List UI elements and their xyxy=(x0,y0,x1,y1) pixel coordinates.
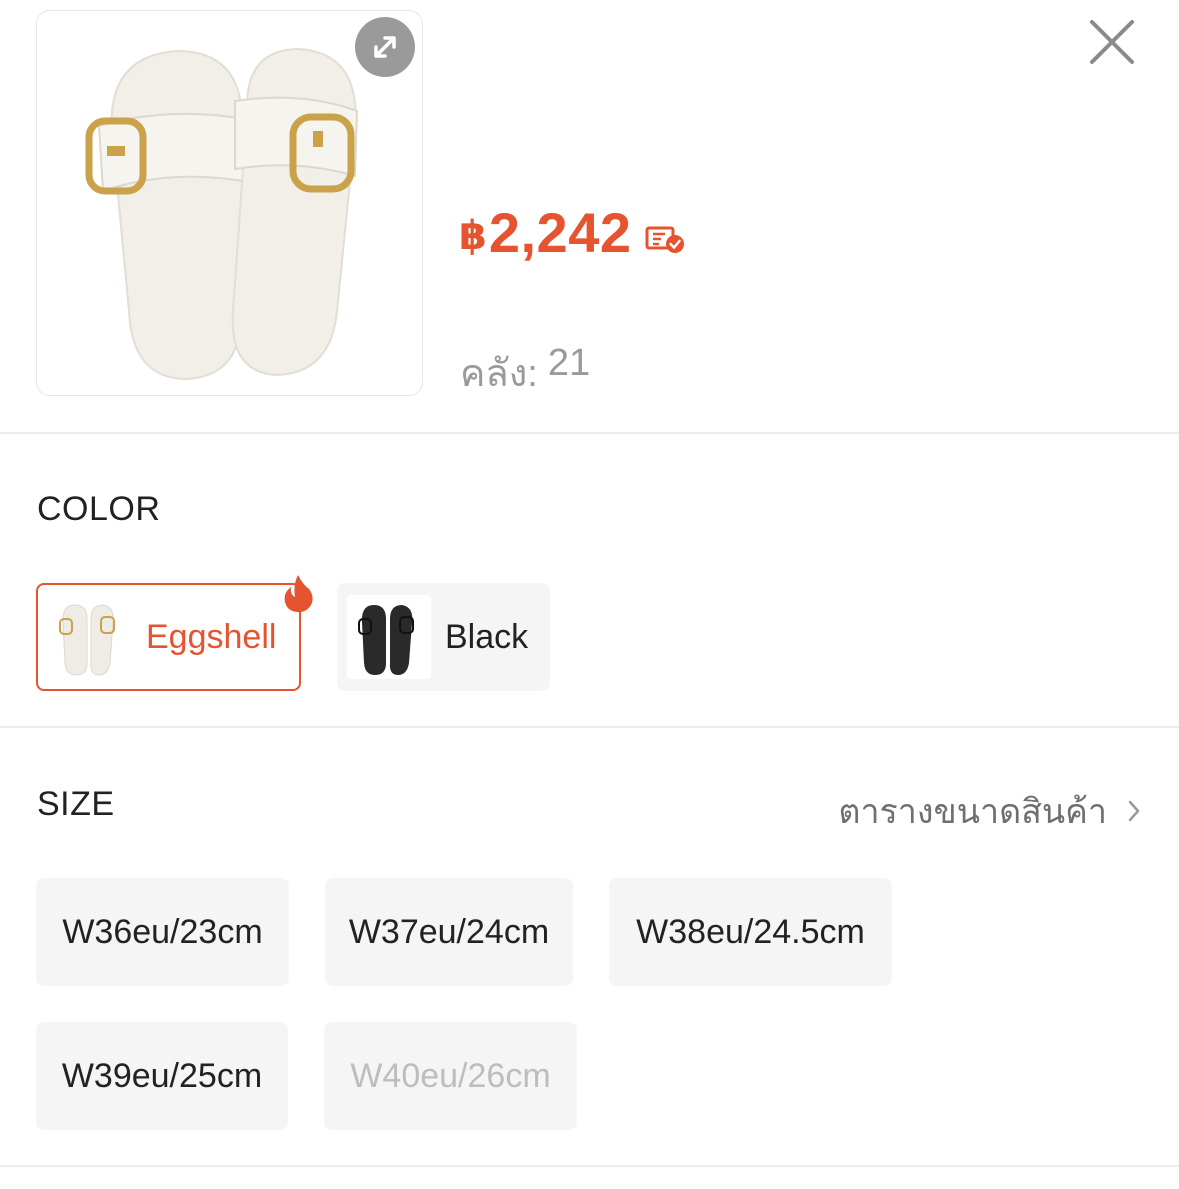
voucher-icon xyxy=(645,226,685,253)
stock-value: 21 xyxy=(547,342,591,384)
stock-info: คลัง: 21 xyxy=(460,342,590,403)
color-section-title: COLOR xyxy=(37,490,161,528)
price-row: ฿ 2,242 xyxy=(459,200,685,265)
size-chart-link[interactable]: ตารางขนาดสินค้า xyxy=(838,784,1141,838)
size-section-title: SIZE xyxy=(37,785,115,823)
divider xyxy=(0,432,1179,434)
color-option-black[interactable]: Black xyxy=(337,583,550,691)
close-button[interactable] xyxy=(1084,14,1140,70)
divider xyxy=(0,726,1179,728)
color-option-label: Black xyxy=(445,617,529,656)
color-option-label: Eggshell xyxy=(146,617,277,656)
price-value: 2,242 xyxy=(488,201,632,264)
size-option-w38[interactable]: W38eu/24.5cm xyxy=(609,878,892,986)
sandal-thumb-image xyxy=(358,605,414,675)
size-option-w37[interactable]: W37eu/24cm xyxy=(325,878,573,986)
sandal-thumb-image xyxy=(59,604,115,676)
size-option-w39[interactable]: W39eu/25cm xyxy=(36,1022,288,1130)
chevron-right-icon xyxy=(1128,800,1140,822)
size-option-w40: W40eu/26cm xyxy=(324,1022,577,1130)
price-currency: ฿ xyxy=(459,213,487,258)
close-icon xyxy=(1090,20,1134,64)
color-swatch-eggshell xyxy=(48,595,132,679)
flame-icon xyxy=(284,575,313,613)
color-swatch-black xyxy=(347,595,431,679)
expand-icon xyxy=(374,36,396,58)
size-option-w36[interactable]: W36eu/23cm xyxy=(36,878,289,986)
stock-label: คลัง: xyxy=(460,353,538,395)
divider xyxy=(0,1165,1179,1167)
color-option-eggshell[interactable]: Eggshell xyxy=(36,575,313,691)
product-image[interactable] xyxy=(36,10,423,396)
expand-button[interactable] xyxy=(355,17,415,77)
size-chart-link-label: ตารางขนาดสินค้า xyxy=(838,793,1107,831)
